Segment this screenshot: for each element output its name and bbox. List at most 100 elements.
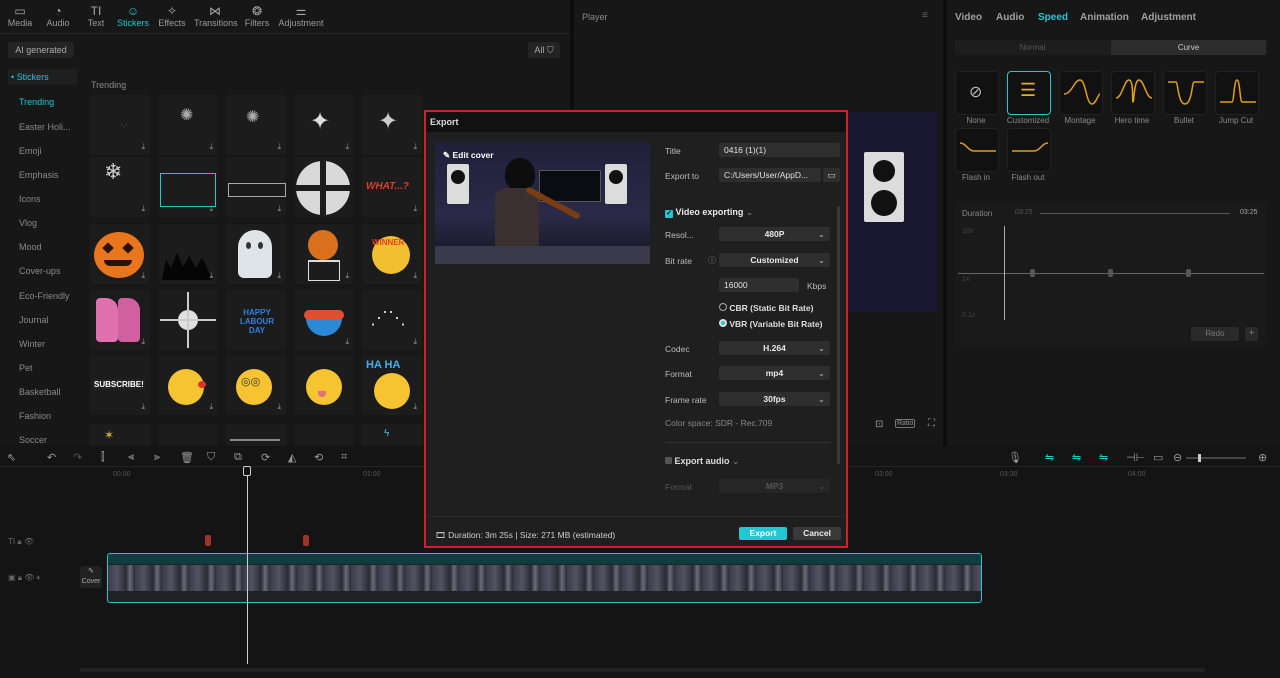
lock-icon[interactable]: 🔒︎ [17, 537, 21, 546]
sticker-tile[interactable] [294, 424, 354, 446]
sticker-tile[interactable] [294, 355, 354, 415]
cbr-radio[interactable]: CBR (Static Bit Rate) [719, 303, 813, 313]
delete-icon[interactable]: 🗑 [180, 451, 194, 464]
category-journal[interactable]: Journal [19, 315, 49, 325]
freeze-icon[interactable]: ⧉ [234, 451, 242, 464]
add-point-button[interactable]: + [1245, 327, 1258, 341]
eye-icon[interactable]: 👁︎ [24, 573, 34, 582]
sticker-tile[interactable]: ❄ ⤓ [90, 157, 150, 217]
category-trending[interactable]: Trending [19, 97, 54, 107]
sticker-tile[interactable]: HAPPY LABOUR DAY [226, 290, 286, 350]
tab-filters[interactable]: ❂ Filters [237, 4, 277, 28]
curve-jump-cut[interactable] [1215, 71, 1259, 115]
sticker-tile[interactable]: ⤓ [226, 224, 286, 284]
timeline-scrollbar[interactable] [80, 668, 1205, 672]
codec-select[interactable]: H.264 ⌄ [719, 341, 830, 355]
category-soccer[interactable]: Soccer [19, 435, 47, 445]
export-audio-toggle[interactable]: Export audio ⌄ [665, 456, 740, 467]
sticker-tile[interactable] [294, 157, 354, 217]
tab-video[interactable]: Video [955, 12, 982, 23]
sticker-tile[interactable]: HA HA ⤓ [362, 355, 422, 415]
browse-folder-button[interactable]: ▭ [823, 168, 840, 182]
video-exporting-toggle[interactable]: ✓ Video exporting ⌄ [665, 207, 753, 218]
ratio-button[interactable]: Ratio [895, 419, 916, 428]
magnet-icon[interactable]: ⇋ [1072, 451, 1081, 464]
category-vlog[interactable]: Vlog [19, 218, 37, 228]
sticker-tile[interactable]: ✶ [90, 424, 150, 446]
sticker-tile[interactable]: ⋰⋱ ⤓ [362, 290, 422, 350]
tab-stickers[interactable]: ☺ Stickers [113, 4, 153, 28]
sticker-tile[interactable] [226, 424, 286, 446]
select-tool-icon[interactable]: ⇖ [7, 451, 16, 464]
category-mood[interactable]: Mood [19, 242, 42, 252]
category-icons[interactable]: Icons [19, 194, 41, 204]
tab-speed[interactable]: Speed [1038, 12, 1068, 23]
tab-transitions[interactable]: ⋈ Transitions [194, 4, 238, 28]
edit-cover-button[interactable]: ✎ Edit cover [443, 150, 494, 161]
sticker-tile[interactable]: SUBSCRIBE! ⤓ [90, 355, 150, 415]
sticker-tile[interactable]: ⤓ [294, 290, 354, 350]
kbps-input[interactable]: 16000 [719, 278, 799, 292]
timeline-playhead[interactable] [247, 468, 248, 664]
subtab-curve[interactable]: Curve [1111, 40, 1266, 55]
sticker-tile[interactable]: ◎◎ ⤓ [226, 355, 286, 415]
duration-slider[interactable] [1040, 213, 1230, 214]
text-clip-marker[interactable] [303, 535, 309, 546]
sticker-tile[interactable]: ✺ ⤓ [226, 95, 286, 155]
sticker-tile[interactable]: ⤓ [90, 290, 150, 350]
framerate-select[interactable]: 30fps ⌄ [719, 392, 830, 406]
category-basketball[interactable]: Basketball [19, 387, 61, 397]
export-path-input[interactable]: C:/Users/User/AppD... [719, 168, 821, 182]
sticker-tile[interactable]: ✦ ⤓ [362, 95, 422, 155]
ai-generated-button[interactable]: AI generated [8, 42, 74, 58]
category-cover-ups[interactable]: Cover-ups [19, 266, 61, 276]
redo-icon[interactable]: ↷ [73, 451, 82, 464]
reverse-icon[interactable]: ⟳ [261, 451, 270, 464]
category-easter[interactable]: Easter Holi... [19, 122, 71, 132]
tab-audio-right[interactable]: Audio [996, 12, 1024, 23]
speed-point[interactable] [1186, 269, 1191, 277]
curve-customized[interactable]: ☰ [1007, 71, 1051, 115]
sticker-tile[interactable]: ϟ [362, 424, 422, 446]
category-fashion[interactable]: Fashion [19, 411, 51, 421]
subtab-normal[interactable]: Normal [955, 40, 1110, 55]
playhead-handle[interactable] [243, 466, 251, 476]
fullscreen-icon[interactable]: ⛶ [928, 418, 935, 429]
curve-flash-in[interactable] [955, 128, 999, 172]
lock-icon[interactable]: 🔒︎ [18, 573, 22, 582]
align-icon[interactable]: ⊣⊢ [1126, 451, 1145, 464]
split-right-icon[interactable]: ⫸ [154, 451, 160, 464]
curve-bullet[interactable] [1163, 71, 1207, 115]
split-left-icon[interactable]: ⫷ [128, 451, 134, 464]
resolution-select[interactable]: 480P ⌄ [719, 227, 830, 241]
split-icon[interactable]: ⫿ [101, 451, 105, 464]
curve-hero-time[interactable] [1111, 71, 1155, 115]
format-select[interactable]: mp4 ⌄ [719, 366, 830, 380]
export-button[interactable]: Export [739, 527, 787, 540]
sticker-tile[interactable]: ⤓ [158, 224, 218, 284]
bitrate-select[interactable]: Customized ⌄ [719, 253, 830, 267]
sticker-tile[interactable] [158, 290, 218, 350]
sticker-tile[interactable]: ✺ ⤓ [158, 95, 218, 155]
sticker-tile[interactable]: ⤓ [158, 355, 218, 415]
sticker-tile[interactable]: WINNER ⤓ [362, 224, 422, 284]
cancel-button[interactable]: Cancel [793, 527, 841, 540]
category-emoji[interactable]: Emoji [19, 146, 42, 156]
tab-media[interactable]: ▭ Media [0, 4, 40, 28]
mirror-icon[interactable]: ◭ [288, 451, 296, 464]
rotate-icon[interactable]: ⟲ [314, 451, 323, 464]
crop-icon[interactable]: ⌗ [341, 451, 347, 464]
screenshot-icon[interactable]: ⊡ [875, 419, 883, 430]
speed-playhead[interactable] [1004, 226, 1005, 320]
category-eco-friendly[interactable]: Eco-Friendly [19, 291, 70, 301]
link-icon[interactable]: ⇋ [1045, 451, 1054, 464]
sticker-tile[interactable]: ⤓ [226, 157, 286, 217]
speed-point[interactable] [1030, 269, 1035, 277]
mic-icon[interactable]: 🎙 [1008, 451, 1022, 464]
cover-button[interactable]: ✎ Cover [80, 566, 102, 588]
category-winter[interactable]: Winter [19, 339, 45, 349]
snap-icon[interactable]: ⇋ [1099, 451, 1108, 464]
tab-effects[interactable]: ✧ Effects [152, 4, 192, 28]
curve-montage[interactable] [1059, 71, 1103, 115]
zoom-slider[interactable] [1186, 454, 1246, 462]
